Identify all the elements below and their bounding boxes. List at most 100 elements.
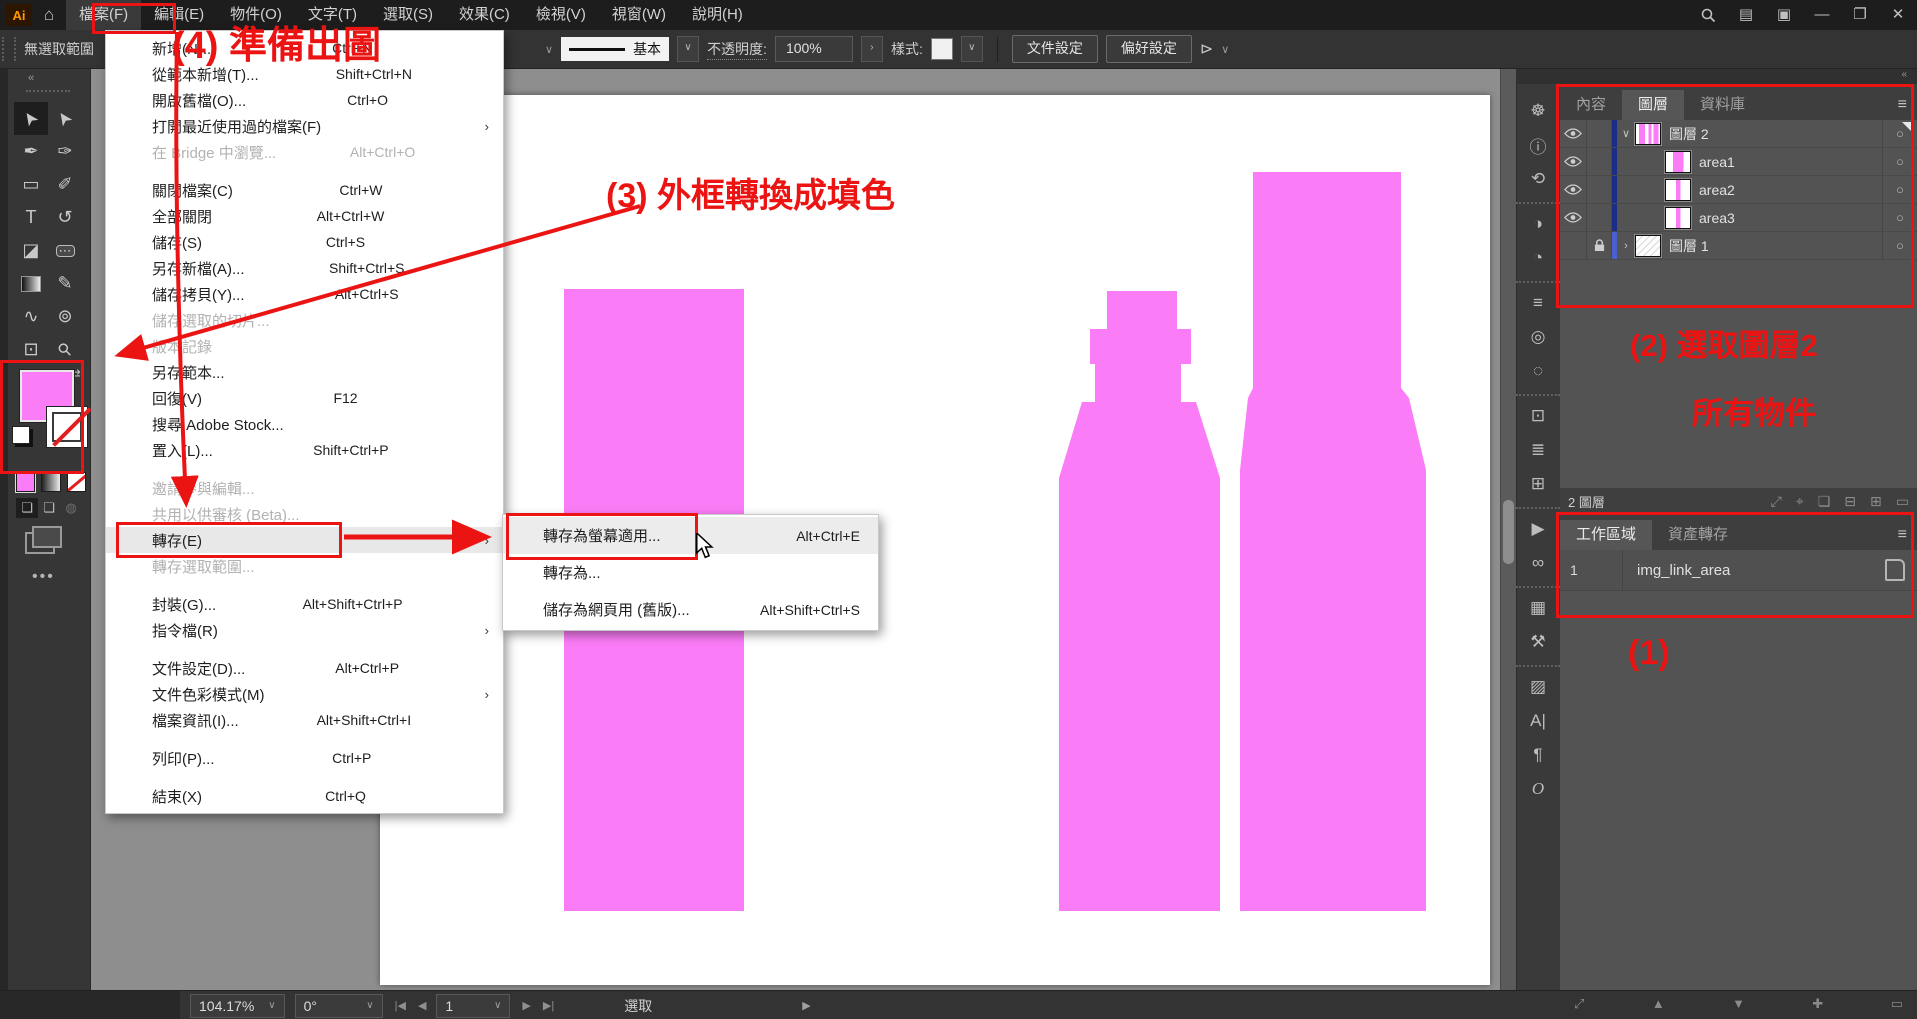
eyedropper-tool-icon[interactable]: ✎ xyxy=(48,267,82,300)
rotate-tool-icon[interactable]: ↺ xyxy=(48,201,82,234)
character-panel-icon[interactable]: A| xyxy=(1516,706,1560,736)
minimize-button[interactable]: — xyxy=(1803,0,1841,30)
last-artboard-button[interactable]: ▶| xyxy=(543,999,554,1012)
tab-libraries[interactable]: 資料庫 xyxy=(1684,90,1761,120)
navigator-panel-icon[interactable]: ▦ xyxy=(1516,586,1560,623)
direct-selection-tool-icon[interactable]: ➤ xyxy=(48,102,82,135)
lock-toggle[interactable] xyxy=(1587,204,1612,231)
draw-behind-icon[interactable]: ❏ xyxy=(38,498,60,518)
target-circle[interactable]: ○ xyxy=(1882,204,1917,231)
file-menu-item[interactable] xyxy=(106,579,503,591)
visibility-toggle[interactable] xyxy=(1560,176,1587,203)
file-menu-item[interactable]: 全部關閉 Alt+Ctrl+W xyxy=(106,203,503,229)
make-clipping-mask-icon[interactable]: ❏ xyxy=(1818,493,1831,510)
file-menu-item[interactable]: 檔案資訊(I)... Alt+Shift+Ctrl+I xyxy=(106,707,503,733)
curvature-tool-icon[interactable]: ✑ xyxy=(48,135,82,168)
version-history-panel-icon[interactable]: ⟲ xyxy=(1516,164,1560,194)
file-menu-item[interactable]: 封裝(G)... Alt+Shift+Ctrl+P xyxy=(106,591,503,617)
links-panel-icon[interactable]: ∞ xyxy=(1516,548,1560,578)
gradient-annotator-panel-icon[interactable]: ▨ xyxy=(1516,665,1560,702)
file-menu-item[interactable]: 關閉檔案(C) Ctrl+W xyxy=(106,177,503,203)
more-options-icon[interactable]: ••• xyxy=(32,568,55,586)
artboard-row[interactable]: 1 img_link_area xyxy=(1560,550,1917,591)
new-sublayer-icon[interactable]: ⊟ xyxy=(1844,493,1856,510)
export-for-screens-item[interactable]: 轉存為螢幕適用... Alt+Ctrl+E xyxy=(503,517,878,554)
panel-grip[interactable] xyxy=(26,90,70,92)
menubar-item[interactable]: 檢視(V) xyxy=(523,0,599,30)
style-chevron[interactable]: ∨ xyxy=(961,36,983,62)
glyphs-panel-icon[interactable]: O xyxy=(1516,774,1560,804)
panel-menu-icon[interactable]: ≡ xyxy=(1898,520,1907,550)
color-guide-panel-icon[interactable]: ◔ xyxy=(1516,243,1560,273)
file-menu-item[interactable]: 開啟舊檔(O)... Ctrl+O xyxy=(106,87,503,113)
vertical-scrollbar[interactable] xyxy=(1500,68,1517,990)
preferences-button[interactable]: 偏好設定 xyxy=(1106,35,1192,63)
file-menu-item[interactable]: 回復(V) F12 xyxy=(106,385,503,411)
layer-name[interactable]: area1 xyxy=(1699,154,1735,170)
zoom-level-select[interactable]: 104.17%∨ xyxy=(190,994,285,1018)
layer-thumbnail[interactable] xyxy=(1635,123,1661,145)
width-tool-icon[interactable]: ∿ xyxy=(14,300,48,333)
paintbrush-tool-icon[interactable]: ✐ xyxy=(48,168,82,201)
collapse-dock-icon[interactable]: « xyxy=(1901,69,1907,80)
comment-tool-icon[interactable]: ⋯ xyxy=(48,234,82,267)
arrange-documents-icon[interactable]: ▣ xyxy=(1765,0,1803,30)
file-menu-item[interactable]: 儲存選取的切片... xyxy=(106,307,503,333)
first-artboard-button[interactable]: |◀ xyxy=(395,999,406,1012)
menubar-item[interactable]: 視窗(W) xyxy=(599,0,679,30)
draw-inside-icon[interactable]: ◍ xyxy=(60,498,82,518)
artboard-navigation-select[interactable]: 1∨ xyxy=(436,994,510,1018)
visibility-toggle[interactable] xyxy=(1560,204,1587,231)
lock-icon[interactable] xyxy=(1587,232,1612,259)
opacity-more-button[interactable]: › xyxy=(861,36,883,62)
search-icon[interactable] xyxy=(1689,0,1727,30)
gradient-tool-icon[interactable] xyxy=(14,267,48,300)
type-tool-icon[interactable]: T xyxy=(14,201,48,234)
layer-name[interactable]: area3 xyxy=(1699,210,1735,226)
default-fill-stroke-icon[interactable] xyxy=(12,426,30,444)
file-menu-item[interactable]: 文件設定(D)... Alt+Ctrl+P xyxy=(106,655,503,681)
close-button[interactable]: ✕ xyxy=(1879,0,1917,30)
stroke-style-chevron[interactable]: ∨ xyxy=(677,36,699,62)
transparency-panel-icon[interactable]: ◎ xyxy=(1516,322,1560,352)
color-button[interactable] xyxy=(16,472,35,492)
file-menu-item[interactable] xyxy=(106,643,503,655)
layer-thumbnail[interactable] xyxy=(1665,151,1691,173)
previous-artboard-button[interactable]: ◀ xyxy=(418,999,426,1012)
visibility-toggle[interactable] xyxy=(1560,148,1587,175)
menubar-item[interactable]: 選取(S) xyxy=(370,0,446,30)
target-circle[interactable]: ○ xyxy=(1882,148,1917,175)
layer-name[interactable]: 圖層 2 xyxy=(1669,124,1709,144)
target-circle[interactable]: ○ xyxy=(1882,232,1917,259)
file-menu-item[interactable]: 置入(L)... Shift+Ctrl+P xyxy=(106,437,503,463)
file-menu-item[interactable]: 轉存選取範圍... xyxy=(106,553,503,579)
vertical-scroll-thumb[interactable] xyxy=(1503,500,1514,564)
chevron-down-icon[interactable]: ∨ xyxy=(1221,43,1229,56)
file-menu-item[interactable]: 搜尋 Adobe Stock... xyxy=(106,411,503,437)
file-menu-item[interactable]: 另存新檔(A)... Shift+Ctrl+S xyxy=(106,255,503,281)
collapse-panel-icon[interactable]: ⤢ xyxy=(1574,996,1584,1012)
stroke-panel-icon[interactable]: ≡ xyxy=(1516,281,1560,318)
restore-button[interactable]: ❐ xyxy=(1841,0,1879,30)
file-menu-item[interactable] xyxy=(106,733,503,745)
layer-row[interactable]: › 圖層 1 ○ xyxy=(1560,232,1917,260)
pen-tool-icon[interactable]: ✒ xyxy=(14,135,48,168)
file-menu-item[interactable]: 版本記錄 xyxy=(106,333,503,359)
delete-layer-icon[interactable]: ▭ xyxy=(1896,493,1909,510)
home-icon[interactable]: ⌂ xyxy=(32,5,66,25)
info-panel-icon[interactable]: ⓘ xyxy=(1516,130,1560,160)
file-menu-item[interactable]: 轉存(E) › xyxy=(106,527,503,553)
target-circle[interactable]: ○ xyxy=(1882,176,1917,203)
shape-builder-tool-icon[interactable]: ⊚ xyxy=(48,300,82,333)
new-layer-icon[interactable]: ⊞ xyxy=(1870,493,1882,510)
file-menu-item[interactable]: 邀請參與編輯... xyxy=(106,475,503,501)
file-menu-item[interactable]: 儲存拷貝(Y)... Alt+Ctrl+S xyxy=(106,281,503,307)
artboard-tool-icon[interactable]: ⊡ xyxy=(14,333,48,366)
file-menu-item[interactable]: 儲存(S) Ctrl+S xyxy=(106,229,503,255)
tab-layers[interactable]: 圖層 xyxy=(1622,90,1684,120)
stroke-style-select[interactable]: 基本 xyxy=(561,37,669,61)
menubar-item[interactable]: 效果(C) xyxy=(446,0,523,30)
file-menu-item[interactable]: 在 Bridge 中瀏覽... Alt+Ctrl+O xyxy=(106,139,503,165)
opacity-input[interactable]: 100% xyxy=(775,36,853,62)
next-artboard-button[interactable]: ▶ xyxy=(522,999,530,1012)
